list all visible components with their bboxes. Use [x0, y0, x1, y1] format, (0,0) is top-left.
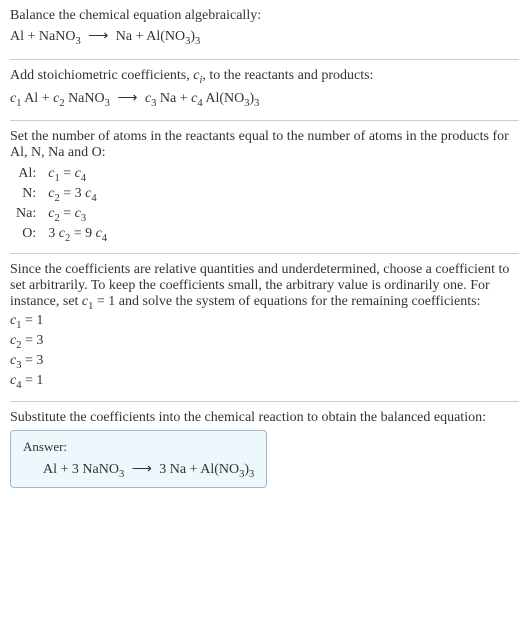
- section-balance-intro: Balance the chemical equation algebraica…: [0, 0, 529, 59]
- element-equation: c1 = c4: [42, 165, 113, 185]
- table-row: Na: c2 = c3: [10, 205, 113, 225]
- answer-label: Answer:: [23, 439, 254, 455]
- atom-balance-table: Al: c1 = c4 N: c2 = 3 c4 Na: c2 = c3 O: …: [10, 165, 113, 244]
- element-equation: 3 c2 = 9 c4: [42, 225, 113, 245]
- coeff-c3: c3 = 3: [10, 353, 519, 371]
- section-solve: Since the coefficients are relative quan…: [0, 254, 529, 401]
- answer-intro: Substitute the coefficients into the che…: [10, 410, 519, 426]
- element-label: O:: [10, 225, 42, 245]
- table-row: O: 3 c2 = 9 c4: [10, 225, 113, 245]
- element-equation: c2 = c3: [42, 205, 113, 225]
- unbalanced-equation: Al + NaNO3 ⟶ Na + Al(NO3)3: [10, 28, 519, 47]
- section-atoms: Set the number of atoms in the reactants…: [0, 121, 529, 252]
- stoich-equation: c1 Al + c2 NaNO3 ⟶ c3 Na + c4 Al(NO3)3: [10, 90, 519, 109]
- stoich-intro: Add stoichiometric coefficients, ci, to …: [10, 68, 519, 86]
- element-label: N:: [10, 185, 42, 205]
- coeff-c1: c1 = 1: [10, 313, 519, 331]
- element-label: Na:: [10, 205, 42, 225]
- balanced-equation: Al + 3 NaNO3 ⟶ 3 Na + Al(NO3)3: [23, 461, 254, 480]
- coeff-c4: c4 = 1: [10, 373, 519, 391]
- coeff-c2: c2 = 3: [10, 333, 519, 351]
- section-stoich: Add stoichiometric coefficients, ci, to …: [0, 60, 529, 121]
- element-label: Al:: [10, 165, 42, 185]
- section-answer: Substitute the coefficients into the che…: [0, 402, 529, 497]
- answer-box: Answer: Al + 3 NaNO3 ⟶ 3 Na + Al(NO3)3: [10, 430, 267, 489]
- element-equation: c2 = 3 c4: [42, 185, 113, 205]
- atoms-intro: Set the number of atoms in the reactants…: [10, 129, 519, 161]
- intro-text: Balance the chemical equation algebraica…: [10, 8, 519, 24]
- table-row: N: c2 = 3 c4: [10, 185, 113, 205]
- solve-intro: Since the coefficients are relative quan…: [10, 262, 519, 312]
- table-row: Al: c1 = c4: [10, 165, 113, 185]
